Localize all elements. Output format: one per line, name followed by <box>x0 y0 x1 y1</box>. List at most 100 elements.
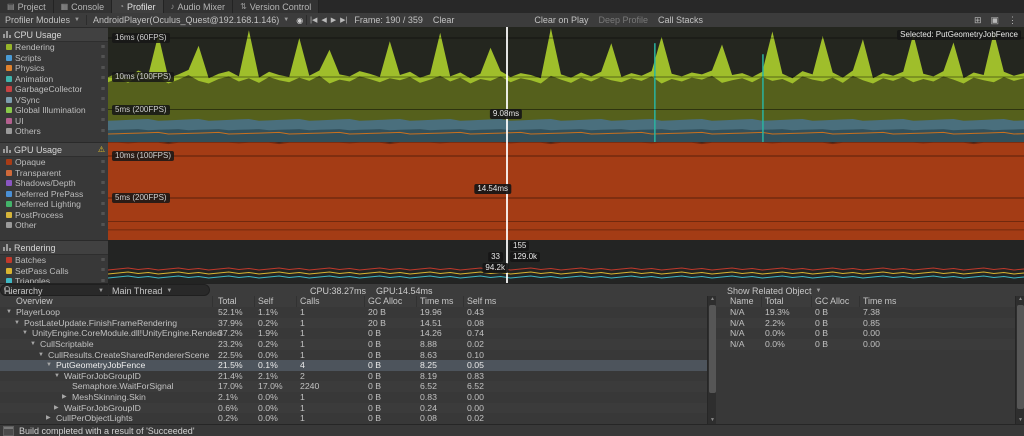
drag-handle-icon[interactable]: ≡ <box>101 201 105 208</box>
legend-item-vsync[interactable]: VSync ≡ <box>0 95 108 106</box>
expand-arrow-icon[interactable]: ▼ <box>54 371 62 382</box>
scrollbar-thumb[interactable] <box>709 305 716 393</box>
drag-handle-icon[interactable]: ≡ <box>101 117 105 124</box>
expand-arrow-icon[interactable]: ▶ <box>62 392 70 403</box>
column-total[interactable]: Total <box>218 296 237 307</box>
scroll-down-icon[interactable]: ▼ <box>1016 417 1024 424</box>
layout-grid-icon[interactable]: ⊞ <box>972 15 984 26</box>
expand-arrow-icon[interactable]: ▼ <box>6 307 14 318</box>
legend-item-postprocess[interactable]: PostProcess ≡ <box>0 210 108 221</box>
status-bar[interactable]: Build completed with a result of 'Succee… <box>0 424 1024 436</box>
module-header[interactable]: CPU Usage ⚠ <box>0 27 108 42</box>
profiler-modules-dropdown[interactable]: Profiler Modules ▼ <box>0 13 85 27</box>
drag-handle-icon[interactable]: ≡ <box>101 65 105 72</box>
column-total[interactable]: Total <box>765 296 784 307</box>
table-row[interactable]: ▶ WaitForJobGroupID 0.6% 0.0% 1 0 B 0.24 … <box>0 402 707 414</box>
table-row[interactable]: ▼ CullResults.CreateSharedRendererScene 2… <box>0 350 707 361</box>
tab-project[interactable]: ▤ Project <box>0 0 54 13</box>
table-row[interactable]: Semaphore.WaitForSignal 17.0% 17.0% 2240… <box>0 381 707 392</box>
column-self[interactable]: Self <box>258 296 273 307</box>
legend-item-opaque[interactable]: Opaque ≡ <box>0 157 108 168</box>
related-object-row[interactable]: N/A 19.3% 0 B 7.38 <box>716 307 1015 318</box>
expand-arrow-icon[interactable]: ▼ <box>22 328 30 339</box>
target-player-dropdown[interactable]: AndroidPlayer(Oculus_Quest@192.168.1.146… <box>88 13 294 27</box>
drag-handle-icon[interactable]: ≡ <box>101 159 105 166</box>
column-self-ms[interactable]: Self ms <box>467 296 496 307</box>
legend-item-batches[interactable]: Batches ≡ <box>0 255 108 266</box>
legend-item-physics[interactable]: Physics ≡ <box>0 63 108 74</box>
column-gc-alloc[interactable]: GC Alloc <box>368 296 402 307</box>
table-row[interactable]: ▶ MeshSkinning.Skin 2.1% 0.0% 1 0 B 0.83 … <box>0 392 707 403</box>
column-time-ms[interactable]: Time ms <box>863 296 896 307</box>
table-row[interactable]: ▼ UnityEngine.CoreModule.dll!UnityEngine.… <box>0 328 707 339</box>
rendering-chart[interactable] <box>108 240 1024 283</box>
legend-item-deferred-lighting[interactable]: Deferred Lighting ≡ <box>0 199 108 210</box>
drag-handle-icon[interactable]: ≡ <box>101 211 105 218</box>
related-object-row[interactable]: N/A 2.2% 0 B 0.85 <box>716 317 1015 329</box>
kebab-menu-icon[interactable]: ⋮ <box>1006 15 1019 26</box>
gpu-usage-chart[interactable] <box>108 142 1024 241</box>
legend-item-setpass-calls[interactable]: SetPass Calls ≡ <box>0 266 108 277</box>
drag-handle-icon[interactable]: ≡ <box>101 257 105 264</box>
column-name[interactable]: Name <box>730 296 753 307</box>
table-row[interactable]: ▼ PostLateUpdate.FinishFrameRendering 37.… <box>0 317 707 329</box>
drag-handle-icon[interactable]: ≡ <box>101 86 105 93</box>
clear-button[interactable]: Clear <box>428 13 460 27</box>
related-object-row[interactable]: N/A 0.0% 0 B 0.00 <box>716 338 1015 350</box>
legend-item-garbagecollector[interactable]: GarbageCollector ≡ <box>0 84 108 95</box>
drag-handle-icon[interactable]: ≡ <box>101 169 105 176</box>
drag-handle-icon[interactable]: ≡ <box>101 190 105 197</box>
legend-item-other[interactable]: Other ≡ <box>0 220 108 231</box>
call-stacks-toggle[interactable]: Call Stacks <box>653 13 708 27</box>
search-input[interactable] <box>14 284 198 296</box>
tab-console[interactable]: ▦ Console <box>53 0 113 13</box>
expand-arrow-icon[interactable]: ▼ <box>30 339 38 350</box>
column-calls[interactable]: Calls <box>300 296 320 307</box>
drag-handle-icon[interactable]: ≡ <box>101 96 105 103</box>
legend-item-others[interactable]: Others ≡ <box>0 126 108 137</box>
legend-item-ui[interactable]: UI ≡ <box>0 116 108 127</box>
module-header[interactable]: GPU Usage ⚠ <box>0 142 108 157</box>
legend-item-rendering[interactable]: Rendering ≡ <box>0 42 108 53</box>
last-frame-button[interactable]: ▶| <box>338 16 349 24</box>
cpu-usage-chart[interactable] <box>108 27 1024 143</box>
legend-item-animation[interactable]: Animation ≡ <box>0 74 108 85</box>
drag-handle-icon[interactable]: ≡ <box>101 107 105 114</box>
drag-handle-icon[interactable]: ≡ <box>101 222 105 229</box>
legend-item-deferred-prepass[interactable]: Deferred PrePass ≡ <box>0 189 108 200</box>
legend-item-transparent[interactable]: Transparent ≡ <box>0 168 108 179</box>
previous-frame-button[interactable]: ◀ <box>319 16 328 24</box>
drag-handle-icon[interactable]: ≡ <box>101 267 105 274</box>
legend-item-shadows-depth[interactable]: Shadows/Depth ≡ <box>0 178 108 189</box>
next-frame-button[interactable]: ▶ <box>329 16 338 24</box>
expand-arrow-icon[interactable]: ▼ <box>46 360 54 371</box>
table-row[interactable]: ▼ WaitForJobGroupID 21.4% 2.1% 2 0 B 8.19… <box>0 371 707 382</box>
drag-handle-icon[interactable]: ≡ <box>101 180 105 187</box>
legend-item-scripts[interactable]: Scripts ≡ <box>0 53 108 64</box>
first-frame-button[interactable]: |◀ <box>308 16 319 24</box>
search-box[interactable] <box>0 284 210 296</box>
deep-profile-toggle[interactable]: Deep Profile <box>593 13 653 27</box>
clear-on-play-toggle[interactable]: Clear on Play <box>529 13 593 27</box>
tab-profiler[interactable]: ◔ Profiler <box>112 0 164 13</box>
scroll-up-icon[interactable]: ▲ <box>1016 296 1024 303</box>
drag-handle-icon[interactable]: ≡ <box>101 128 105 135</box>
related-scrollbar[interactable]: ▲ ▼ <box>1015 296 1024 424</box>
scrollbar-thumb[interactable] <box>1017 305 1024 409</box>
tab-version-control[interactable]: ⇅ Version Control <box>233 0 320 13</box>
tab-audio-mixer[interactable]: ♪ Audio Mixer <box>163 0 234 13</box>
module-header[interactable]: Rendering ⚠ <box>0 240 108 255</box>
table-row[interactable]: ▼ PutGeometryJobFence 21.5% 0.1% 4 0 B 8.… <box>0 360 707 371</box>
manual-icon[interactable]: ▣ <box>988 15 1001 26</box>
drag-handle-icon[interactable]: ≡ <box>101 54 105 61</box>
expand-arrow-icon[interactable]: ▶ <box>46 413 54 424</box>
legend-item-global-illumination[interactable]: Global Illumination ≡ <box>0 105 108 116</box>
drag-handle-icon[interactable]: ≡ <box>101 75 105 82</box>
expand-arrow-icon[interactable]: ▼ <box>14 318 22 329</box>
expand-arrow-icon[interactable]: ▼ <box>38 350 46 361</box>
drag-handle-icon[interactable]: ≡ <box>101 44 105 51</box>
current-frame-playhead[interactable] <box>506 27 508 283</box>
column-overview[interactable]: Overview <box>16 296 53 307</box>
legend-item-triangles[interactable]: Triangles ≡ <box>0 276 108 283</box>
record-button[interactable]: ◉ <box>294 16 305 25</box>
